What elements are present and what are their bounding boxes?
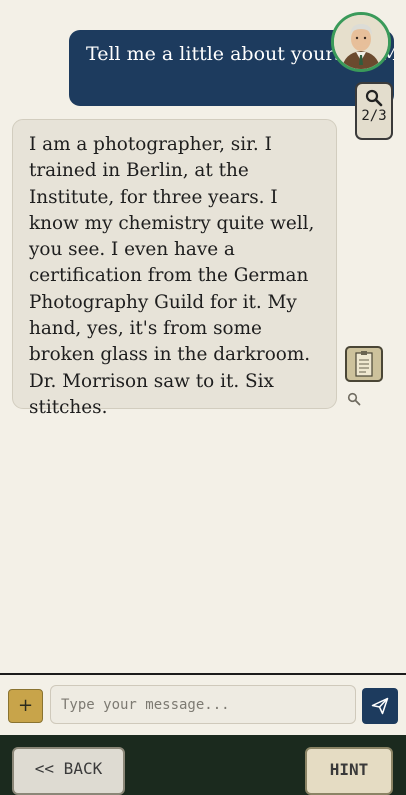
clue-count: 2/3 [361, 108, 387, 124]
send-icon [371, 697, 389, 715]
notes-button[interactable] [345, 346, 383, 382]
back-button[interactable]: << BACK [12, 747, 125, 795]
magnifying-glass-icon [365, 89, 383, 107]
hint-button[interactable]: HINT [305, 747, 393, 795]
suspect-avatar[interactable] [331, 12, 391, 72]
send-button[interactable] [362, 688, 398, 724]
npc-message-bubble: I am a photographer, sir. I trained in B… [12, 119, 337, 418]
add-button[interactable]: + [8, 689, 43, 723]
message-composer: + [0, 673, 406, 735]
clue-counter-button[interactable]: 2/3 [355, 82, 393, 140]
inspect-message-button[interactable] [347, 391, 361, 410]
message-input[interactable] [50, 685, 356, 724]
bottom-bar: << BACK HINT [0, 735, 406, 795]
notepad-icon [355, 351, 373, 377]
magnifying-glass-icon [347, 392, 361, 406]
portrait-icon [334, 15, 388, 69]
npc-message-text: I am a photographer, sir. I trained in B… [29, 134, 315, 418]
